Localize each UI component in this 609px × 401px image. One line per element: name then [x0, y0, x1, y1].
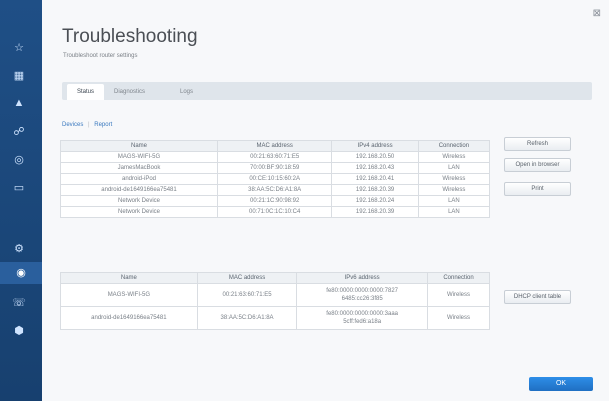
- content-panel: ⊠ Troubleshooting Troubleshoot router se…: [42, 0, 609, 401]
- cell-ip: 192.168.20.50: [331, 151, 419, 163]
- cell-mac: 00:21:1C:90:98:92: [216, 195, 333, 207]
- sidebar-icon-3[interactable]: ▲: [12, 97, 26, 109]
- tab-diagnostics[interactable]: Diagnostics: [104, 84, 155, 100]
- table-row: android-de1649166ea75481 38:AA:5C:D6:A1:…: [60, 184, 491, 196]
- cell-mac: 00:21:63:60:71:E5: [196, 283, 298, 307]
- cell-connection: Wireless: [426, 283, 491, 307]
- table-row: JamesMacBook 70:00:BF:90:18:59 192.168.2…: [60, 162, 491, 174]
- ipv6-line-2: 6485:cc26:3f85: [341, 296, 383, 302]
- page-subtitle: Troubleshoot router settings: [63, 53, 138, 59]
- tab-status[interactable]: Status: [67, 84, 105, 100]
- sidebar-icon-9[interactable]: ☏: [12, 297, 26, 309]
- table-row: Network Device 00:21:1C:90:98:92 192.168…: [60, 195, 491, 207]
- cell-name: android-de1649166ea75481: [60, 306, 198, 330]
- close-icon[interactable]: ⊠: [593, 8, 601, 19]
- cell-mac: 00:21:63:60:71:E5: [216, 151, 333, 163]
- tab-bar: Status Diagnostics Logs: [62, 82, 592, 100]
- cell-name: MAGS-WIFI-5G: [60, 283, 198, 307]
- page-title: Troubleshooting: [62, 26, 198, 47]
- sidebar-icon-10[interactable]: ⬢: [12, 325, 26, 337]
- sidebar-icon-6[interactable]: ▭: [12, 182, 26, 194]
- sidebar-icon-active[interactable]: ◉: [0, 262, 42, 284]
- sidebar-icon-4[interactable]: ☍: [12, 126, 26, 138]
- view-filter: Devices | Report: [62, 122, 112, 128]
- cell-connection: Wireless: [417, 151, 491, 163]
- ipv6-device-table: Name MAC address IPv6 address Connection…: [60, 272, 491, 330]
- cell-mac: 38:AA:5C:D6:A1:8A: [196, 306, 298, 330]
- cell-ip: 192.168.20.39: [331, 184, 419, 196]
- refresh-button[interactable]: Refresh: [504, 137, 571, 151]
- dhcp-client-table-button[interactable]: DHCP client table: [504, 290, 571, 304]
- ipv6-line-1: fe80:0000:0000:0000:7827: [326, 288, 399, 294]
- cell-name: JamesMacBook: [60, 162, 218, 174]
- cell-name: android-iPod: [60, 173, 218, 185]
- cell-connection: Wireless: [417, 173, 491, 185]
- cell-ip: fe80:0000:0000:0000:3aaa 5cff:fed6:a18a: [296, 306, 428, 330]
- cell-mac: 00:71:0C:1C:10:C4: [216, 206, 333, 218]
- cell-name: android-de1649166ea75481: [60, 184, 218, 196]
- cell-connection: LAN: [417, 195, 491, 207]
- print-button[interactable]: Print: [504, 182, 571, 196]
- devices-link[interactable]: Devices: [62, 122, 83, 128]
- cell-mac: 70:00:BF:90:18:59: [216, 162, 333, 174]
- table-row: MAGS-WIFI-5G 00:21:63:60:71:E5 fe80:0000…: [60, 283, 491, 307]
- cell-name: MAGS-WIFI-5G: [60, 151, 218, 163]
- col-mac: MAC address: [196, 272, 298, 284]
- sidebar-icon-2[interactable]: ▦: [12, 70, 26, 82]
- cell-ip: fe80:0000:0000:0000:7827 6485:cc26:3f85: [296, 283, 428, 307]
- sidebar-icon-1[interactable]: ☆: [12, 42, 26, 54]
- cell-ip: 192.168.20.43: [331, 162, 419, 174]
- cell-ip: 192.168.20.24: [331, 195, 419, 207]
- cell-connection: LAN: [417, 162, 491, 174]
- sidebar-icon-7[interactable]: ⚙: [12, 243, 26, 255]
- cell-mac: 38:AA:5C:D6:A1:8A: [216, 184, 333, 196]
- ipv6-line-2: 5cff:fed6:a18a: [343, 319, 382, 325]
- cell-connection: Wireless: [426, 306, 491, 330]
- app-frame: ☆ ▦ ▲ ☍ ◎ ▭ ⚙ ◉ ☏ ⬢ ⊠ Troubleshooting Tr…: [0, 0, 609, 401]
- table-row: Network Device 00:71:0C:1C:10:C4 192.168…: [60, 206, 491, 218]
- cell-ip: 192.168.20.39: [331, 206, 419, 218]
- ok-button[interactable]: OK: [529, 377, 593, 391]
- sidebar: ☆ ▦ ▲ ☍ ◎ ▭ ⚙ ◉ ☏ ⬢: [0, 0, 42, 401]
- cell-connection: LAN: [417, 206, 491, 218]
- col-connection: Connection: [426, 272, 491, 284]
- cell-name: Network Device: [60, 195, 218, 207]
- ipv6-line-1: fe80:0000:0000:0000:3aaa: [326, 311, 399, 317]
- cell-name: Network Device: [60, 206, 218, 218]
- cell-mac: 00:CE:10:15:60:2A: [216, 173, 333, 185]
- col-ipv4: IPv4 address: [331, 140, 419, 152]
- report-link[interactable]: Report: [94, 122, 112, 128]
- cell-ip: 192.168.20.41: [331, 173, 419, 185]
- col-name: Name: [60, 140, 218, 152]
- table-row: android-iPod 00:CE:10:15:60:2A 192.168.2…: [60, 173, 491, 185]
- cell-connection: Wireless: [417, 184, 491, 196]
- col-connection: Connection: [417, 140, 491, 152]
- sidebar-icon-5[interactable]: ◎: [12, 154, 26, 166]
- ipv4-device-table: Name MAC address IPv4 address Connection…: [60, 140, 491, 218]
- table-row: android-de1649166ea75481 38:AA:5C:D6:A1:…: [60, 306, 491, 330]
- filter-separator: |: [88, 122, 90, 128]
- col-mac: MAC address: [216, 140, 333, 152]
- col-ipv6: IPv6 address: [296, 272, 428, 284]
- open-in-browser-button[interactable]: Open in browser: [504, 158, 571, 172]
- table-row: MAGS-WIFI-5G 00:21:63:60:71:E5 192.168.2…: [60, 151, 491, 163]
- col-name: Name: [60, 272, 198, 284]
- tab-logs[interactable]: Logs: [170, 84, 203, 100]
